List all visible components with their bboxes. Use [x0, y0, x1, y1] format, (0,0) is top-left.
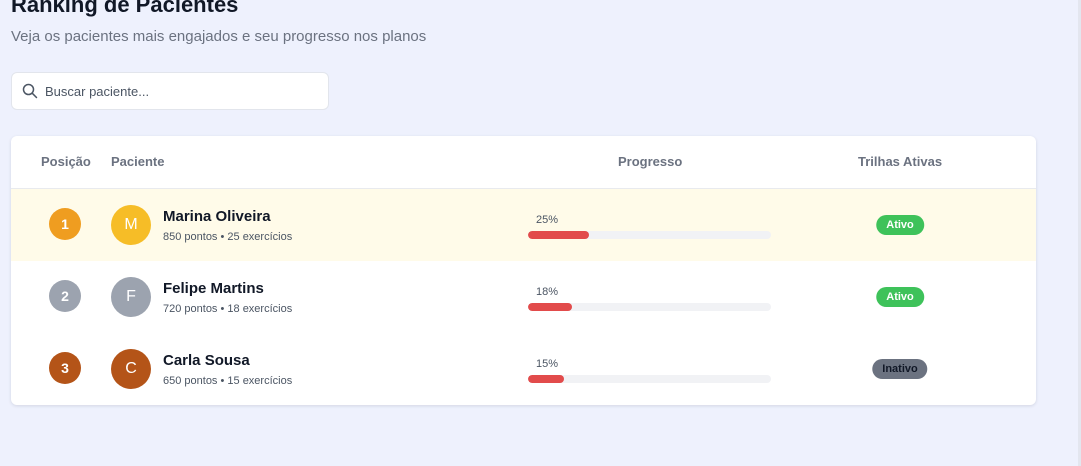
header-position: Posição [41, 154, 91, 169]
progress-label: 18% [536, 286, 559, 298]
header-active-tracks: Trilhas Ativas [858, 154, 943, 169]
status-badge: Inativo [872, 359, 928, 379]
progress-bar [528, 231, 771, 239]
patient-stats: 850 pontos • 25 exercícios [163, 231, 293, 243]
rank-badge: 2 [49, 280, 81, 312]
ranking-table: Posição Paciente Progresso Trilhas Ativa… [11, 136, 1036, 405]
search-box[interactable] [11, 72, 329, 110]
patient-name: Carla Sousa [163, 352, 250, 369]
progress-bar-fill [528, 375, 565, 383]
rank-badge: 3 [49, 352, 81, 384]
patient-stats: 720 pontos • 18 exercícios [163, 303, 293, 315]
avatar: M [111, 205, 151, 245]
status-badge: Ativo [876, 287, 924, 307]
header-progress: Progresso [618, 154, 683, 169]
table-header: Posição Paciente Progresso Trilhas Ativa… [11, 136, 1036, 189]
avatar: F [111, 277, 151, 317]
progress-bar-fill [528, 303, 572, 311]
progress-bar-fill [528, 231, 589, 239]
table-row[interactable]: 1 M Marina Oliveira 850 pontos • 25 exercíc… [11, 189, 1036, 261]
avatar: C [111, 349, 151, 389]
search-input[interactable] [45, 73, 315, 109]
table-row[interactable]: 3 C Carla Sousa 650 pontos • 15 exercícios 1… [11, 333, 1036, 405]
search-icon [22, 83, 38, 99]
rank-badge: 1 [49, 208, 81, 240]
patient-stats: 650 pontos • 15 exercícios [163, 375, 293, 387]
progress-bar [528, 303, 771, 311]
page-title: Ranking de Pacientes [11, 0, 239, 17]
page-subtitle: Veja os pacientes mais engajados e seu p… [11, 28, 427, 45]
patient-name: Marina Oliveira [163, 208, 271, 225]
table-row[interactable]: 2 F Felipe Martins 720 pontos • 18 exercíci… [11, 261, 1036, 333]
status-badge: Ativo [876, 215, 924, 235]
header-patient: Paciente [111, 154, 165, 169]
progress-label: 25% [536, 214, 559, 226]
patient-name: Felipe Martins [163, 280, 264, 297]
progress-bar [528, 375, 771, 383]
progress-label: 15% [536, 358, 559, 370]
